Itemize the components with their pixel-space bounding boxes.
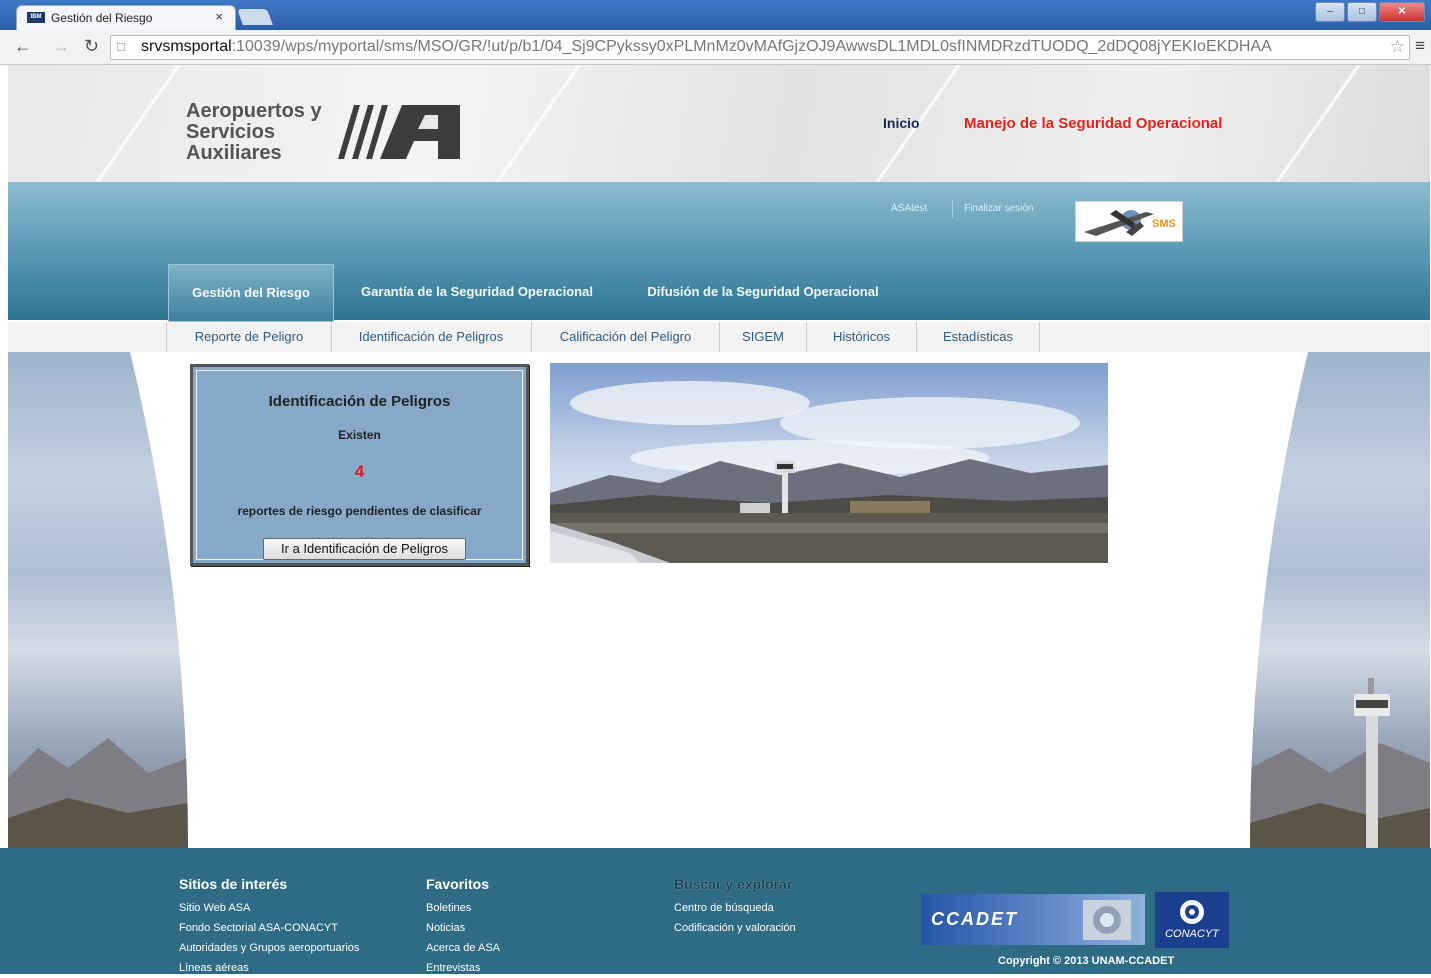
decor-stripe: [78, 65, 182, 182]
maximize-icon[interactable]: □: [1347, 2, 1377, 22]
sms-logo: SMS: [1075, 201, 1183, 242]
subtab-reporte-peligro[interactable]: Reporte de Peligro: [166, 322, 332, 352]
unam-seal-icon: [1083, 900, 1131, 940]
footer-link[interactable]: Autoridades y Grupos aeroportuarios: [179, 938, 359, 958]
close-window-icon[interactable]: ✕: [1379, 2, 1425, 22]
site-title-link[interactable]: Manejo de la Seguridad Operacional: [964, 115, 1222, 132]
footer-link[interactable]: Boletines: [426, 898, 500, 918]
footer-link[interactable]: Centro de búsqueda: [674, 898, 796, 918]
reload-icon[interactable]: ↻: [84, 36, 99, 57]
main-content: Identificación de Peligros Existen 4 rep…: [188, 352, 1250, 848]
copyright-text: Copyright © 2013 UNAM-CCADET: [998, 955, 1175, 967]
footer-heading: Favoritos: [426, 876, 490, 892]
card-inner: Identificación de Peligros Existen 4 rep…: [196, 370, 523, 560]
sms-logo-text: SMS: [1152, 218, 1176, 230]
browser-titlebar: IBM Gestión del Riesgo × – □ ✕: [0, 0, 1431, 31]
curve-edge: [130, 352, 188, 848]
footer-col-sitios: Sitios de interés Sitio Web ASA Fondo Se…: [179, 876, 359, 978]
footer-link[interactable]: Fondo Sectorial ASA-CONACYT: [179, 918, 359, 938]
footer-heading: Buscar y explorar: [674, 876, 793, 892]
footer-link[interactable]: Codificación y valoración: [674, 918, 796, 938]
airplane-icon: SMS: [1084, 210, 1176, 236]
logo-line: Auxiliares: [186, 142, 282, 164]
footer-heading: Sitios de interés: [179, 876, 288, 892]
browser-tab[interactable]: IBM Gestión del Riesgo ×: [16, 5, 236, 31]
bookmark-star-icon[interactable]: ☆: [1390, 37, 1405, 57]
pending-count: 4: [354, 462, 365, 481]
subtab-identificacion-peligros[interactable]: Identificación de Peligros: [331, 322, 532, 352]
card-existen-label: Existen: [338, 428, 381, 442]
left-background-image: [8, 352, 188, 848]
site-footer: Sitios de interés Sitio Web ASA Fondo Se…: [0, 848, 1431, 974]
logo-line: Aeropuertos y: [186, 100, 322, 122]
right-background-image: [1250, 352, 1430, 848]
inicio-link[interactable]: Inicio: [883, 115, 920, 131]
page-icon: □: [117, 39, 125, 54]
tab-close-icon[interactable]: ×: [215, 9, 223, 24]
tab-title: Gestión del Riesgo: [51, 11, 153, 25]
footer-link[interactable]: Acerca de ASA: [426, 938, 500, 958]
subtab-historicos[interactable]: Históricos: [807, 322, 917, 352]
ibm-favicon-icon: IBM: [27, 12, 45, 23]
identificacion-peligros-card: Identificación de Peligros Existen 4 rep…: [190, 364, 529, 566]
ccadet-logo[interactable]: CCADET: [921, 894, 1145, 945]
url-text: srvsmsportal:10039/wps/myportal/sms/MSO/…: [141, 38, 1381, 56]
decor-stripe: [1258, 65, 1362, 182]
username-link[interactable]: ASAtest: [891, 203, 927, 214]
conacyt-emblem-icon: [1180, 900, 1204, 924]
airport-image: [550, 363, 1108, 563]
divider: [952, 200, 953, 218]
forward-arrow-icon[interactable]: →: [52, 36, 70, 57]
minimize-icon[interactable]: –: [1315, 2, 1345, 22]
footer-col-buscar: Buscar y explorar Centro de búsqueda Cod…: [674, 876, 796, 938]
subtab-estadisticas[interactable]: Estadísticas: [917, 322, 1040, 352]
footer-link[interactable]: Noticias: [426, 918, 500, 938]
conacyt-logo[interactable]: CONACYT: [1155, 892, 1229, 948]
menu-icon[interactable]: ≡: [1415, 36, 1425, 56]
ccadet-logo-text: CCADET: [931, 909, 1018, 929]
curve-edge: [1250, 352, 1308, 848]
tab-difusion-seguridad[interactable]: Difusión de la Seguridad Operacional: [640, 264, 886, 320]
subtab-sigem[interactable]: SIGEM: [720, 322, 807, 352]
subtab-calificacion-peligro[interactable]: Calificación del Peligro: [532, 322, 720, 352]
footer-link[interactable]: Líneas aéreas: [179, 958, 359, 978]
asa-logo-text[interactable]: Aeropuertos y Servicios Auxiliares: [186, 101, 322, 164]
browser-toolbar: ← → ↻ □ srvsmsportal:10039/wps/myportal/…: [0, 30, 1431, 65]
logout-link[interactable]: Finalizar sesión: [964, 203, 1033, 214]
footer-link[interactable]: Sitio Web ASA: [179, 898, 359, 918]
back-arrow-icon[interactable]: ←: [14, 36, 32, 57]
tab-gestion-del-riesgo[interactable]: Gestión del Riesgo: [168, 264, 334, 322]
asa-logo-icon[interactable]: [328, 103, 462, 161]
control-tower-icon: [1354, 678, 1390, 848]
ir-identificacion-button[interactable]: Ir a Identificación de Peligros: [263, 538, 466, 560]
site-header: Aeropuertos y Servicios Auxiliares Inici…: [8, 65, 1430, 183]
primary-tabs: Gestión del Riesgo Garantía de la Seguri…: [8, 264, 1430, 322]
url-path: :10039/wps/myportal/sms/MSO/GR/!ut/p/b1/…: [231, 38, 1272, 55]
nav-band: ASAtest Finalizar sesión SMS Gestión del…: [8, 182, 1430, 322]
logo-line: Servicios: [186, 121, 275, 143]
sub-navigation: Reporte de Peligro Identificación de Pel…: [8, 322, 1430, 353]
window-controls: – □ ✕: [1313, 2, 1425, 22]
card-title: Identificación de Peligros: [268, 393, 451, 410]
decor-stripe: [478, 65, 582, 182]
new-tab-button[interactable]: [237, 9, 273, 25]
footer-col-favoritos: Favoritos Boletines Noticias Acerca de A…: [426, 876, 500, 978]
conacyt-logo-text: CONACYT: [1165, 928, 1219, 940]
airport-photo: [550, 363, 1108, 563]
address-bar[interactable]: □ srvsmsportal:10039/wps/myportal/sms/MS…: [110, 35, 1410, 60]
url-host: srvsmsportal: [141, 38, 232, 55]
footer-link[interactable]: Entrevistas: [426, 958, 500, 978]
card-description: reportes de riesgo pendientes de clasifi…: [237, 504, 482, 518]
tab-garantia-seguridad[interactable]: Garantía de la Seguridad Operacional: [356, 264, 598, 320]
